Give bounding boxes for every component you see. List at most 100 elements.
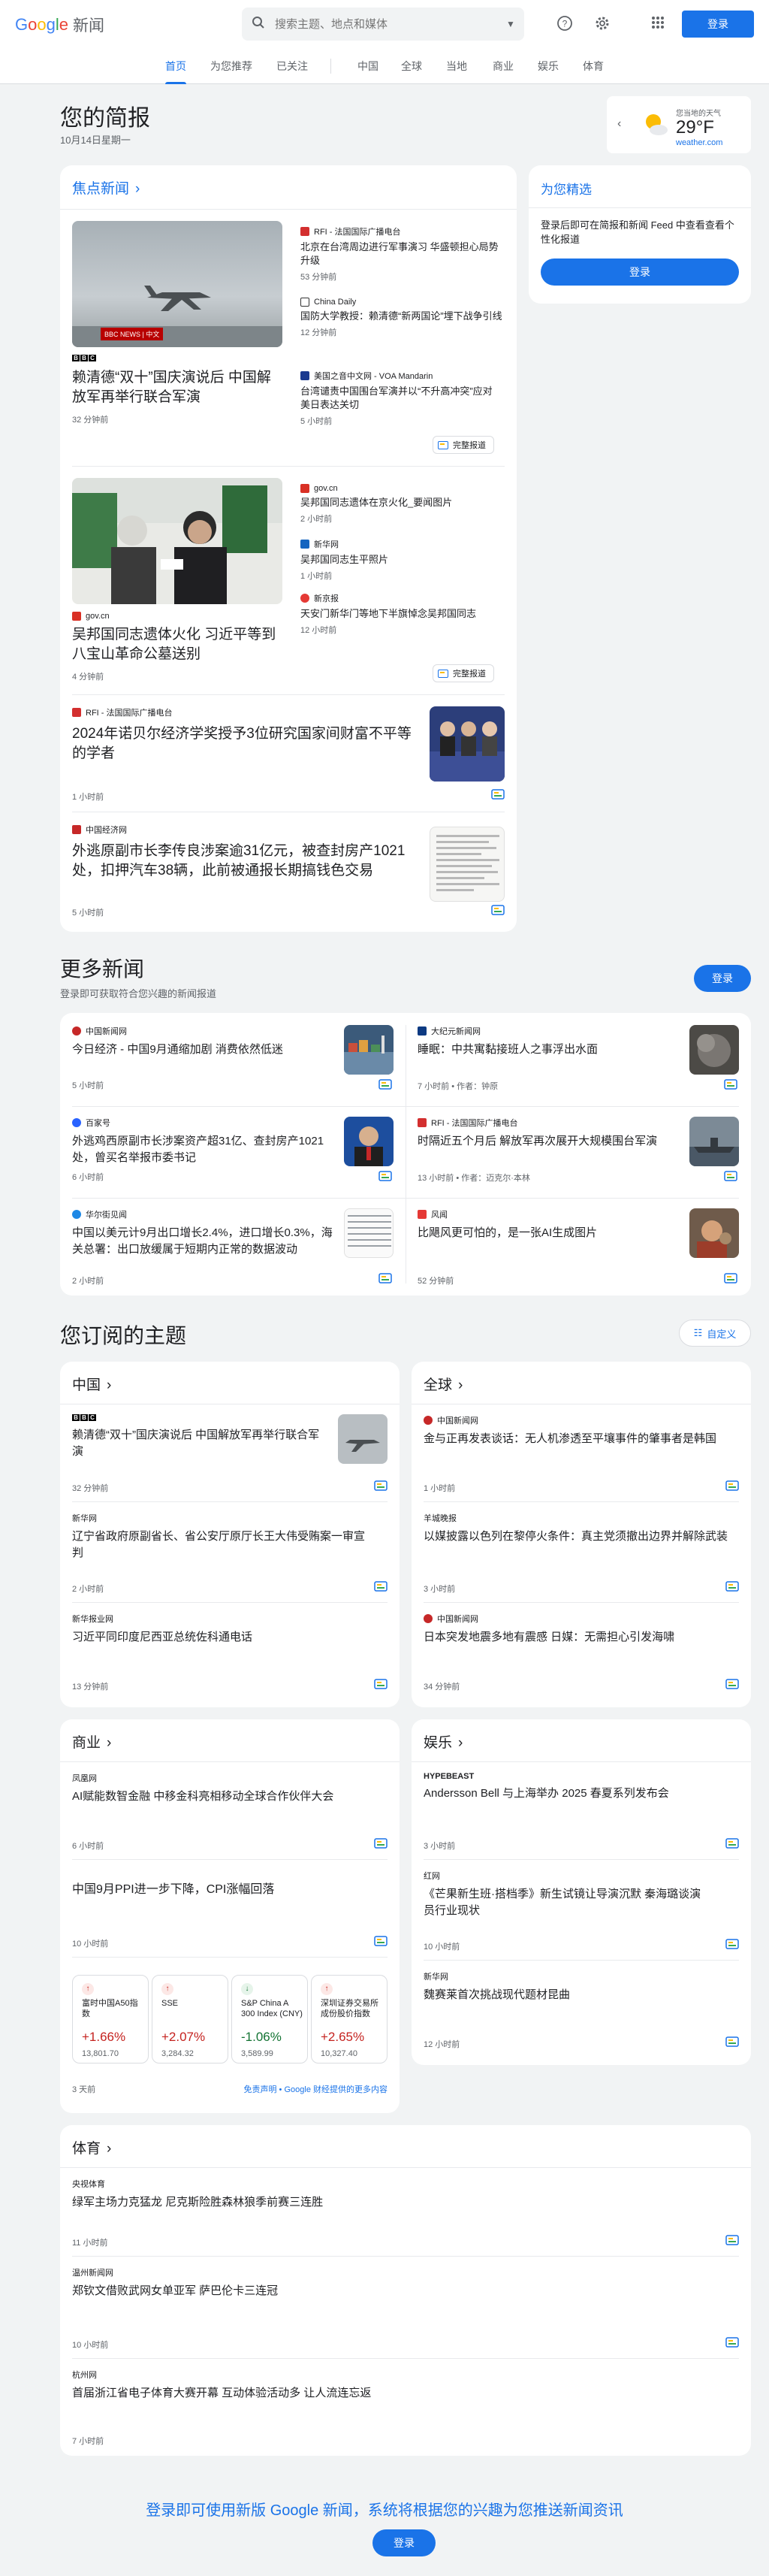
warship-image[interactable] [689,1117,739,1166]
chevron-left-icon[interactable]: ‹ [617,117,621,131]
help-icon[interactable]: ? [556,15,574,33]
tab-sports[interactable]: 体育 [583,48,604,84]
stock-card[interactable]: ↑ 富时中国A50指数 +1.66% 13,801.70 [72,1975,149,2064]
topic-story[interactable]: 杭州网 首届浙江省电子体育大赛开幕 互动体验活动多 让人流连忘返 [72,2369,673,2402]
full-coverage-icon[interactable] [374,1936,388,1946]
tab-home[interactable]: 首页 [165,48,186,84]
topic-story[interactable]: 羊城晚报 以媒披露以色列在黎停火条件：真主党须撤出边界并解除武装 [424,1512,739,1545]
stock-card[interactable]: ↑ SSE +2.07% 3,284.32 [152,1975,228,2064]
topic-story[interactable]: 凤凰网 AI赋能数智金融 中移金科亮相移动全球合作伙伴大会 [72,1772,372,1805]
story-item[interactable]: 中国经济网 外逃原副市长李传良涉案逾31亿元，被查封房产1021处，扣押汽车38… [72,824,418,881]
related-story[interactable]: 新京报 天安门新华门等地下半旗悼念吴邦国同志 12 小时前 [300,592,505,636]
full-coverage-icon[interactable] [725,2235,739,2245]
full-coverage-icon[interactable] [725,1838,739,1849]
more-news-sign-in-button[interactable]: 登录 [694,965,751,992]
full-coverage-icon[interactable] [378,1079,392,1090]
topic-world-link[interactable]: 全球 › [424,1374,463,1394]
topic-story[interactable]: 红网 《芒果新生班·搭档季》新生试镜让导演沉默 秦海璐谈演员行业现状 [424,1870,709,1919]
settings-gear-icon[interactable] [593,15,611,33]
related-story[interactable]: China Daily 国防大学教授：赖清德“新两国论”埋下战争引线 12 分钟… [300,298,505,338]
tab-world[interactable]: 全球 [401,48,422,84]
data-table-image[interactable] [344,1208,394,1258]
nobel-winners-image[interactable] [430,706,505,782]
topic-story[interactable]: 新华网 辽宁省政府原副省长、省公安厅原厅长王大伟受贿案一审宣判 [72,1512,372,1562]
story-headline[interactable]: 赖清德“双十”国庆演说后 中国解放军再举行联合军演 [72,368,282,407]
tab-local[interactable]: 当地 [446,48,467,84]
sign-in-button[interactable]: 登录 [682,11,754,38]
stock-card[interactable]: ↓ S&P China A 300 Index (CNY) -1.06% 3,5… [231,1975,308,2064]
topic-headline[interactable]: 中国9月PPI进一步下降，CPI涨幅回落 [72,1882,372,1898]
full-coverage-icon[interactable] [378,1171,392,1181]
customize-button[interactable]: ☷ 自定义 [679,1320,751,1347]
search-input[interactable] [275,17,497,31]
official-portrait-image[interactable] [344,1117,394,1166]
related-story[interactable]: RFI - 法国国际广播电台 北京在台湾周边进行军事演习 华盛顿担心局势升级 5… [300,225,505,283]
smoke-image[interactable] [689,1025,739,1075]
publisher-govcn[interactable]: gov.cn [72,612,110,621]
news-item[interactable]: 百家号 外逃鸡西原副市长涉案资产超31亿、查封房产1021处，曾买名举报市委书记 [72,1117,342,1166]
story-headline[interactable]: 吴邦国同志遗体火化 习近平等到八宝山革命公墓送别 [72,625,282,664]
full-coverage-icon[interactable] [491,905,505,915]
full-coverage-icon[interactable] [725,1480,739,1491]
full-coverage-button[interactable]: 完整报道 [433,664,494,682]
weather-source-link[interactable]: weather.com [676,138,722,147]
google-news-logo[interactable]: Google 新闻 [15,14,104,36]
topic-story[interactable]: 新华网 魏赛莱首次挑战现代题材昆曲 [424,1970,724,2003]
topic-story[interactable]: 新华报业网 习近平同印度尼西亚总统佐科通电话 [72,1613,372,1646]
finance-disclaimer-link[interactable]: 免责声明 • Google 财经提供的更多内容 [244,2083,388,2095]
full-coverage-icon[interactable] [724,1171,737,1181]
topic-story[interactable]: HYPEBEAST Andersson Bell 与上海举办 2025 春夏系列… [424,1772,694,1802]
topic-entertainment-link[interactable]: 娱乐 › [424,1731,463,1752]
topic-sports-link[interactable]: 体育 › [72,2137,111,2157]
full-coverage-icon[interactable] [378,1273,392,1283]
ai-generated-image[interactable] [689,1208,739,1258]
news-item[interactable]: RFI - 法国国际广播电台 时隔近五个月后 解放军再次展开大规模围台军演 [418,1117,688,1150]
top-stories-link[interactable]: 焦点新闻 › [72,177,140,198]
topic-china-link[interactable]: 中国 › [72,1374,111,1394]
full-coverage-icon[interactable] [374,1838,388,1849]
related-story[interactable]: 美国之音中文网 - VOA Mandarin 台湾谴责中国围台军演并以“不升高冲… [300,370,505,427]
document-scan-image[interactable] [430,827,505,902]
related-story[interactable]: 新华网 吴邦国同志生平照片 1 小时前 [300,538,505,582]
full-coverage-icon[interactable] [725,1581,739,1592]
news-item[interactable]: 华尔街见闻 中国以美元计9月出口增长2.4%，进口增长0.3%，海关总署：出口放… [72,1208,342,1258]
footer-sign-in-button[interactable]: 登录 [372,2529,436,2556]
news-item[interactable]: 大纪元新闻网 睡眠：中共寓黏接班人之事浮出水面 [418,1025,688,1058]
topic-story[interactable]: 中国新闻网 金与正再发表谈话：无人机渗透至平壤事件的肇事者是韩国 [424,1414,739,1447]
full-coverage-icon[interactable] [725,2337,739,2348]
port-container-image[interactable] [344,1025,394,1075]
topic-story[interactable]: BBC 赖清德“双十”国庆演说后 中国解放军再举行联合军演 [72,1414,327,1460]
news-item[interactable]: 风闻 比飓风更可怕的，是一张AI生成图片 [418,1208,688,1241]
search-box[interactable]: ▼ [242,8,524,41]
full-coverage-icon[interactable] [724,1079,737,1090]
tab-china[interactable]: 中国 [357,48,378,84]
full-coverage-icon[interactable] [374,1581,388,1592]
topic-business-link[interactable]: 商业 › [72,1731,111,1752]
news-item[interactable]: 中国新闻网 今日经济 - 中国9月通缩加剧 消费依然低迷 [72,1025,342,1058]
full-coverage-icon[interactable] [491,789,505,800]
search-dropdown-icon[interactable]: ▼ [497,19,524,29]
apps-grid-icon[interactable] [649,15,667,33]
full-coverage-icon[interactable] [725,1679,739,1689]
full-coverage-icon[interactable] [374,1679,388,1689]
topic-story[interactable]: 温州新闻网 郑钦文借败武网女单亚军 萨巴伦卡三连冠 [72,2266,673,2299]
funeral-photo-image[interactable] [72,478,282,604]
search-icon[interactable] [242,16,275,33]
stock-card[interactable]: ↑ 深圳证券交易所成份股价指数 +2.65% 10,327.40 [311,1975,388,2064]
full-coverage-icon[interactable] [725,2036,739,2047]
weather-widget[interactable]: ‹ 您当地的天气 29°F weather.com [607,96,751,153]
full-coverage-button[interactable]: 完整报道 [433,436,494,454]
tab-entertainment[interactable]: 娱乐 [538,48,559,84]
for-you-sign-in-button[interactable]: 登录 [541,259,739,286]
tab-following[interactable]: 已关注 [276,48,308,84]
topic-story[interactable]: 中国新闻网 日本突发地震多地有震感 日媒：无需担心引发海啸 [424,1613,694,1646]
full-coverage-icon[interactable] [725,1939,739,1949]
tab-for-you[interactable]: 为您推荐 [210,48,252,84]
full-coverage-icon[interactable] [374,1480,388,1491]
fighter-jet-thumb[interactable] [338,1414,388,1464]
topic-story[interactable]: 央视体育 绿军主场力克猛龙 尼克斯险胜森林狼季前赛三连胜 [72,2178,673,2211]
publisher-bbc[interactable]: BBC [72,355,96,361]
tab-business[interactable]: 商业 [493,48,514,84]
full-coverage-icon[interactable] [724,1273,737,1283]
fighter-jet-image[interactable]: BBC NEWS | 中文 [72,221,282,347]
